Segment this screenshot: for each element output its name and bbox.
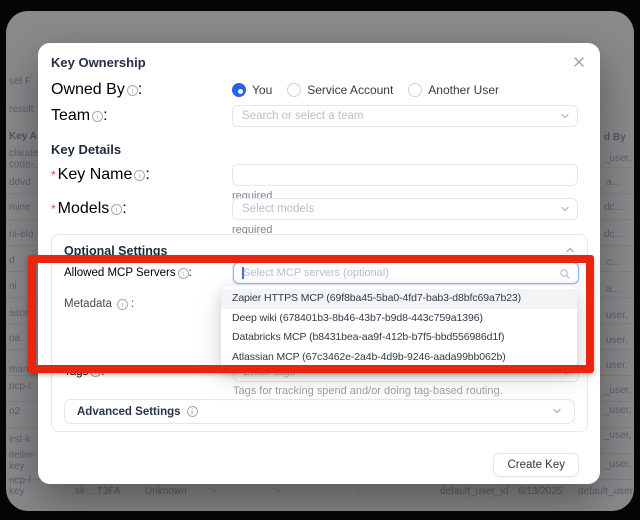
app-window: set F result Key A claudecode-ddvd mine ni-el…	[6, 11, 634, 511]
bg-table-fragment: _user,	[604, 153, 631, 164]
models-label: * Models i :	[51, 198, 127, 220]
optional-settings-header[interactable]: Optional Settings	[64, 242, 575, 260]
mcp-option-zapier[interactable]: Zapier HTTPS MCP (69f8ba45-5ba0-4fd7-bab…	[221, 289, 577, 309]
bg-table-fragment: -	[277, 486, 280, 497]
modal-title: Key Ownership	[51, 55, 146, 70]
info-icon: i	[111, 204, 122, 215]
bg-table-fragment: user,	[606, 360, 628, 371]
radio-another-user[interactable]: Another User	[408, 83, 499, 97]
models-select[interactable]: Select models	[232, 198, 578, 220]
close-icon[interactable]	[571, 54, 587, 70]
bg-table-fragment: o2	[9, 406, 20, 417]
bg-table-fragment: manu	[9, 364, 34, 375]
team-label: Team i :	[51, 105, 108, 127]
bg-table-fragment: set F	[9, 76, 31, 87]
bg-table-fragment: mine	[9, 202, 31, 213]
required-asterisk: *	[51, 202, 56, 216]
advanced-settings-heading: Advanced Settings	[77, 406, 181, 418]
team-row: Team i : Search or select a team	[51, 105, 588, 127]
optional-settings-heading: Optional Settings	[64, 244, 167, 258]
bg-table-fragment: Unknown	[145, 486, 187, 497]
bg-table-fragment: d By	[604, 132, 626, 143]
bg-table-fragment: result	[9, 104, 33, 115]
radio-service-account[interactable]: Service Account	[287, 83, 393, 97]
advanced-settings-header[interactable]: Advanced Settings i	[64, 399, 575, 424]
info-icon: i	[134, 170, 145, 181]
radio-you[interactable]: You	[232, 83, 272, 97]
bg-table-fragment: user,	[606, 335, 628, 346]
bg-table-fragment: ddvd	[9, 177, 31, 188]
search-icon	[559, 267, 571, 285]
info-icon: i	[187, 406, 198, 417]
bg-table-fragment: itellm-	[9, 450, 36, 461]
radio-unselected-icon	[287, 83, 301, 97]
bg-table-fragment: ason2	[9, 308, 36, 319]
bg-table-fragment: -	[213, 486, 216, 497]
info-icon: i	[178, 268, 189, 279]
chevron-down-icon	[560, 204, 570, 214]
key-details-heading: Key Details	[51, 142, 121, 157]
bg-table-fragment: d	[9, 255, 15, 266]
mcp-servers-label: Allowed MCP Servers i :	[64, 262, 192, 284]
bg-table-fragment: a...	[606, 284, 620, 295]
bg-table-fragment: oa	[9, 333, 20, 344]
chevron-down-icon	[560, 111, 570, 121]
owned-by-label: Owned By i :	[51, 81, 142, 99]
bg-table-fragment: user,	[606, 310, 628, 321]
bg-table-fragment: _user,	[604, 459, 631, 470]
chevron-down-icon	[552, 403, 562, 421]
bg-table-fragment: est-k	[9, 434, 31, 445]
bg-table-fragment: _user,	[604, 385, 631, 396]
bg-table-fragment: 6/13/2025	[518, 486, 563, 497]
bg-table-fragment: Key A	[9, 131, 37, 142]
bg-table-fragment: _user,	[604, 405, 631, 416]
bg-table-fragment: ncp-l	[9, 475, 31, 486]
create-key-button[interactable]: Create Key	[493, 453, 579, 477]
key-name-input[interactable]	[232, 164, 578, 186]
bg-table-fragment: dc...	[604, 229, 623, 240]
bg-table-fragment: c...	[606, 257, 619, 268]
bg-table-fragment: ni	[9, 281, 17, 292]
mcp-servers-row: Allowed MCP Servers i :	[64, 262, 577, 284]
owned-by-radio-group: You Service Account Another User	[232, 81, 499, 99]
bg-table-fragment: claude	[9, 148, 38, 159]
bg-table-fragment: key	[9, 461, 25, 472]
bg-table-fragment: dc...	[604, 202, 623, 213]
info-icon: i	[90, 366, 101, 377]
bg-table-fragment: key	[9, 486, 25, 497]
bg-table-fragment: sk-...T3FA	[75, 486, 121, 497]
chevron-up-icon	[565, 242, 575, 260]
radio-unselected-icon	[408, 83, 422, 97]
text-cursor	[242, 267, 244, 279]
key-name-label: * Key Name i :	[51, 164, 150, 186]
mcp-option-atlassian[interactable]: Atlassian MCP (67c3462e-2a4b-4d9b-9246-a…	[221, 348, 577, 368]
team-select[interactable]: Search or select a team	[232, 105, 578, 127]
required-asterisk: *	[51, 168, 56, 182]
bg-table-fragment: default_user,	[578, 486, 634, 497]
bg-table-fragment: _user,	[604, 430, 631, 441]
bg-table-fragment: code-	[9, 159, 34, 170]
bg-table-fragment: ncp-t	[9, 381, 31, 392]
info-icon: i	[127, 85, 138, 96]
owned-by-row: Owned By i : You Service Account	[51, 81, 588, 99]
mcp-servers-input[interactable]	[233, 262, 579, 284]
optional-settings-panel: Optional Settings Allowed MCP Servers i …	[51, 234, 588, 432]
info-icon: i	[117, 299, 128, 310]
bg-table-fragment: ni-elo	[9, 229, 33, 240]
mcp-servers-dropdown: Zapier HTTPS MCP (69f8ba45-5ba0-4fd7-bab…	[221, 286, 577, 370]
mcp-option-databricks[interactable]: Databricks MCP (b8431bea-aa9f-412b-b7f5-…	[221, 328, 577, 348]
radio-selected-icon	[232, 83, 246, 97]
tags-label: Tags i :	[64, 361, 105, 382]
info-icon: i	[92, 111, 103, 122]
screenshot-stage: set F result Key A claudecode-ddvd mine ni-el…	[0, 0, 640, 520]
mcp-option-deep-wiki[interactable]: Deep wiki (678401b3-8b46-43b7-b9d8-443c7…	[221, 309, 577, 329]
bg-table-fragment: default_user_id	[440, 486, 508, 497]
bg-table-fragment: -	[358, 486, 361, 497]
create-key-modal: Key Ownership Owned By i : You	[38, 43, 600, 484]
tags-hint: Tags for tracking spend and/or doing tag…	[233, 385, 503, 397]
bg-table-fragment: a...	[606, 177, 620, 188]
metadata-label: Metadata i :	[64, 298, 134, 310]
